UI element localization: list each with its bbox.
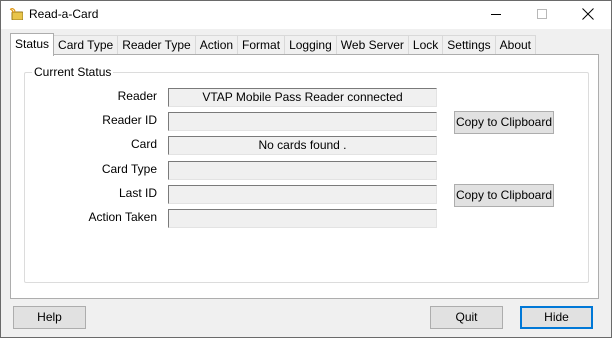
card-reader-icon xyxy=(9,7,24,21)
current-status-group: Current Status Reader VTAP Mobile Pass R… xyxy=(24,65,589,283)
app-window: Read-a-Card Status Card Type Reader Type… xyxy=(0,0,612,338)
tab-logging[interactable]: Logging xyxy=(284,35,337,55)
card-type-value xyxy=(168,161,437,180)
minimize-icon xyxy=(491,8,501,22)
window-title: Read-a-Card xyxy=(29,7,99,21)
close-icon xyxy=(582,7,594,23)
card-label: Card xyxy=(130,137,157,151)
hide-button[interactable]: Hide xyxy=(520,306,593,329)
tab-card-type[interactable]: Card Type xyxy=(53,35,119,55)
reader-id-value xyxy=(168,112,437,131)
group-title: Current Status xyxy=(32,65,114,79)
tab-format[interactable]: Format xyxy=(237,35,286,55)
reader-label: Reader xyxy=(117,89,157,103)
card-value: No cards found . xyxy=(168,136,437,155)
last-id-value xyxy=(168,185,437,204)
reader-id-label: Reader ID xyxy=(102,113,157,127)
maximize-button[interactable] xyxy=(519,1,565,29)
copy-reader-id-button[interactable]: Copy to Clipboard xyxy=(454,111,554,134)
tab-about[interactable]: About xyxy=(494,35,536,55)
tab-lock[interactable]: Lock xyxy=(407,35,444,55)
tab-web-server[interactable]: Web Server xyxy=(335,35,409,55)
copy-last-id-button[interactable]: Copy to Clipboard xyxy=(454,184,554,207)
title-bar[interactable]: Read-a-Card xyxy=(1,1,611,29)
status-tab-page: Current Status Reader VTAP Mobile Pass R… xyxy=(10,54,599,299)
close-button[interactable] xyxy=(565,1,611,29)
tab-action[interactable]: Action xyxy=(194,35,239,55)
tab-reader-type[interactable]: Reader Type xyxy=(117,35,196,55)
tab-strip: Status Card Type Reader Type Action Form… xyxy=(10,33,536,56)
maximize-icon xyxy=(537,8,547,22)
tab-status[interactable]: Status xyxy=(10,33,55,56)
reader-value: VTAP Mobile Pass Reader connected xyxy=(168,88,437,107)
quit-button[interactable]: Quit xyxy=(430,306,503,329)
action-taken-value xyxy=(168,209,437,228)
last-id-label: Last ID xyxy=(118,186,157,200)
tab-settings[interactable]: Settings xyxy=(442,35,496,55)
action-taken-label: Action Taken xyxy=(88,210,158,224)
minimize-button[interactable] xyxy=(473,1,519,29)
card-type-label: Card Type xyxy=(101,162,157,176)
help-button[interactable]: Help xyxy=(13,306,86,329)
